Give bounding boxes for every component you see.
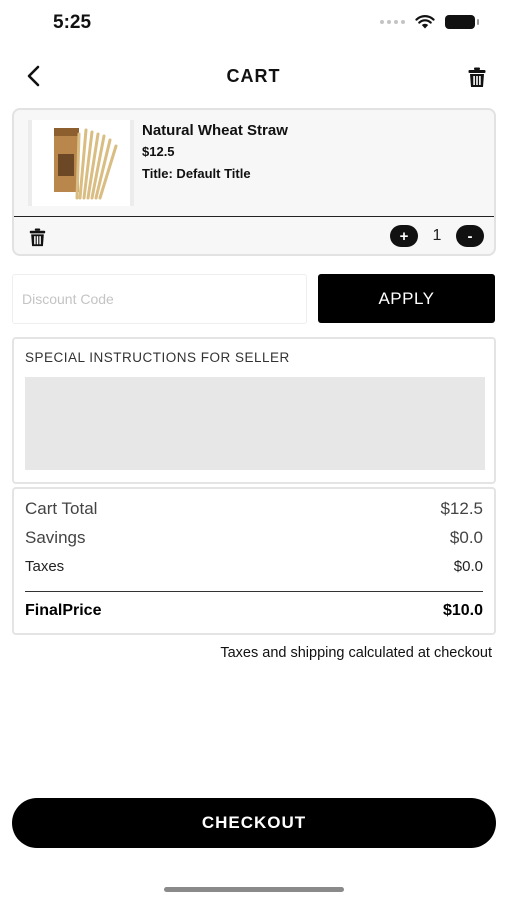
instructions-label: SPECIAL INSTRUCTIONS FOR SELLER <box>25 350 290 365</box>
product-variant: Title: Default Title <box>142 166 251 181</box>
status-time: 5:25 <box>53 12 92 33</box>
home-indicator[interactable] <box>164 887 344 892</box>
checkout-button[interactable]: CHECKOUT <box>12 798 496 848</box>
product-price: $12.5 <box>142 144 175 159</box>
decrement-quantity-button[interactable]: - <box>456 225 484 247</box>
status-icons <box>380 14 479 29</box>
increment-quantity-button[interactable]: + <box>390 225 418 247</box>
taxes-label: Taxes <box>25 558 65 575</box>
final-price-row: FinalPrice $10.0 <box>25 602 483 620</box>
taxes-value: $0.0 <box>453 558 483 575</box>
product-name[interactable]: Natural Wheat Straw <box>142 122 288 139</box>
instructions-textarea[interactable] <box>25 377 485 470</box>
wifi-icon <box>415 15 435 29</box>
product-image[interactable] <box>28 120 134 206</box>
item-divider <box>14 216 494 217</box>
cart-total-label: Cart Total <box>25 499 98 518</box>
discount-code-input[interactable] <box>12 274 307 324</box>
wheat-straw-product-image <box>54 128 118 200</box>
totals-divider <box>25 591 483 592</box>
cellular-signal-icon <box>380 19 405 24</box>
battery-icon <box>445 14 479 29</box>
cart-total-row: Cart Total $12.5 <box>25 499 483 519</box>
quantity-stepper: + 1 - <box>390 225 484 247</box>
page-title: CART <box>226 66 281 86</box>
savings-value: $0.0 <box>449 528 483 547</box>
order-summary-card: Cart Total $12.5 Savings $0.0 Taxes $0.0… <box>12 487 496 635</box>
trash-icon <box>29 227 45 246</box>
final-price-label: FinalPrice <box>25 602 102 619</box>
special-instructions-card: SPECIAL INSTRUCTIONS FOR SELLER <box>12 337 496 484</box>
quantity-value: 1 <box>432 227 442 244</box>
trash-icon <box>468 67 486 87</box>
clear-cart-button[interactable] <box>463 63 491 91</box>
savings-row: Savings $0.0 <box>25 528 483 548</box>
tax-shipping-note: Taxes and shipping calculated at checkou… <box>220 645 492 661</box>
remove-item-button[interactable] <box>26 226 48 248</box>
apply-discount-button[interactable]: APPLY <box>318 274 495 323</box>
savings-label: Savings <box>25 528 86 547</box>
taxes-row: Taxes $0.0 <box>25 558 483 575</box>
cart-total-value: $12.5 <box>440 499 483 518</box>
final-price-value: $10.0 <box>442 602 483 619</box>
cart-item-card: Natural Wheat Straw $12.5 Title: Default… <box>12 108 496 256</box>
